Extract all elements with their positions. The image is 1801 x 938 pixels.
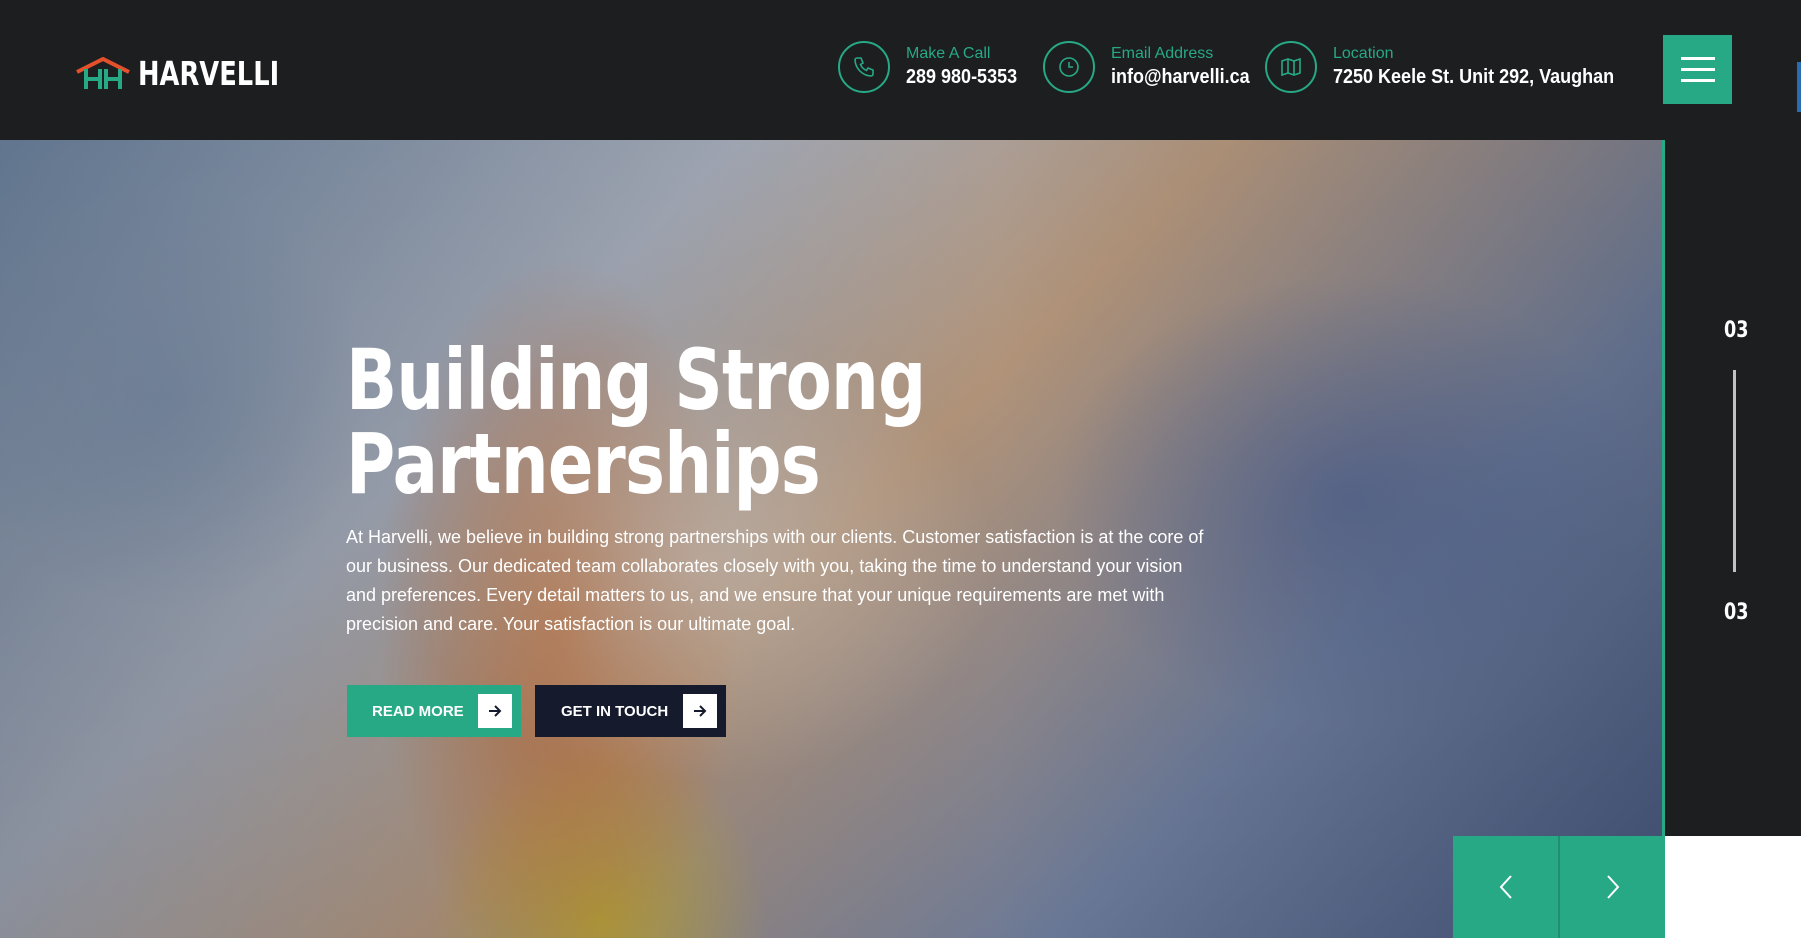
slide-progress-line (1733, 370, 1736, 572)
read-more-label: READ MORE (372, 702, 464, 720)
slide-current-number: 03 (1724, 318, 1749, 343)
slider-prev-button[interactable] (1453, 836, 1558, 938)
contact-email[interactable]: Email Address info@harvelli.ca (1043, 41, 1265, 93)
chevron-left-icon (1499, 875, 1512, 899)
contact-phone-value[interactable]: 289 980-5353 (906, 64, 1017, 90)
contact-phone-label: Make A Call (906, 45, 991, 62)
hero-title-line2: Partnerships (346, 415, 821, 513)
site-header: HARVELLI Make A Call 289 980-5353 Email … (0, 0, 1801, 140)
hamburger-menu-icon (1680, 57, 1715, 60)
slider-navigation (1453, 836, 1665, 938)
corner-block (1665, 836, 1801, 938)
get-in-touch-label: GET IN TOUCH (561, 702, 669, 720)
hero-title: Building Strong Partnerships (346, 338, 926, 506)
arrow-right-icon (478, 694, 512, 728)
slide-total-number: 03 (1724, 600, 1749, 625)
arrow-right-icon (683, 694, 717, 728)
edge-accent (1797, 62, 1801, 112)
hero-description: At Harvelli, we believe in building stro… (346, 527, 1204, 634)
phone-icon (838, 41, 890, 93)
slider-next-button[interactable] (1560, 836, 1665, 938)
contact-location-label: Location (1333, 45, 1394, 62)
contact-email-label: Email Address (1111, 45, 1214, 62)
logo-text: HARVELLI (138, 54, 280, 93)
hamburger-line (1680, 79, 1715, 82)
get-in-touch-button[interactable]: GET IN TOUCH (535, 685, 726, 737)
contact-phone[interactable]: Make A Call 289 980-5353 (838, 41, 1029, 93)
house-logo-icon (76, 56, 130, 89)
contact-location[interactable]: Location 7250 Keele St. Unit 292, Vaugha… (1265, 41, 1645, 93)
map-icon (1265, 41, 1317, 93)
contact-location-value[interactable]: 7250 Keele St. Unit 292, Vaughan (1333, 64, 1614, 90)
site-logo[interactable]: HARVELLI (74, 54, 319, 93)
contact-email-value[interactable]: info@harvelli.ca (1111, 64, 1250, 90)
clock-icon (1043, 41, 1095, 93)
chevron-right-icon (1606, 875, 1619, 899)
hamburger-menu-button[interactable] (1663, 35, 1732, 104)
read-more-button[interactable]: READ MORE (347, 685, 521, 737)
hamburger-line (1680, 68, 1715, 71)
